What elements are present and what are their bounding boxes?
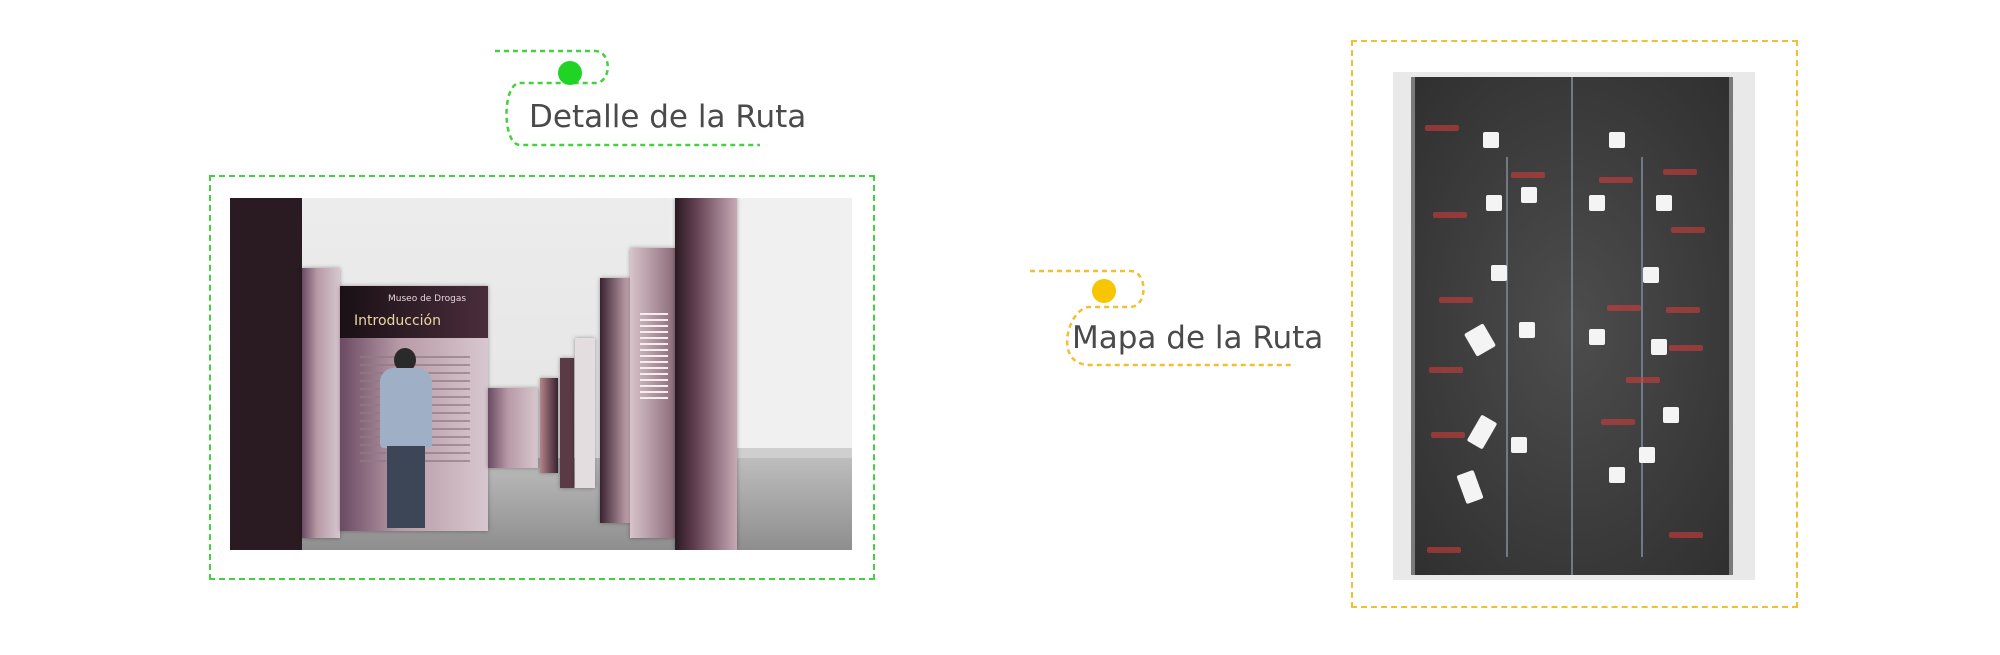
panel-header-text: Museo de Drogas <box>388 294 467 304</box>
route-map-image <box>1393 72 1755 580</box>
route-detail-dot <box>558 61 582 85</box>
panel-title-text: Introducción <box>354 313 441 329</box>
route-map-dot <box>1092 279 1116 303</box>
corridor-render-image: Museo de Drogas Introducción <box>230 198 852 550</box>
route-detail-label: Detalle de la Ruta <box>529 99 807 135</box>
route-map-label: Mapa de la Ruta <box>1072 320 1324 356</box>
